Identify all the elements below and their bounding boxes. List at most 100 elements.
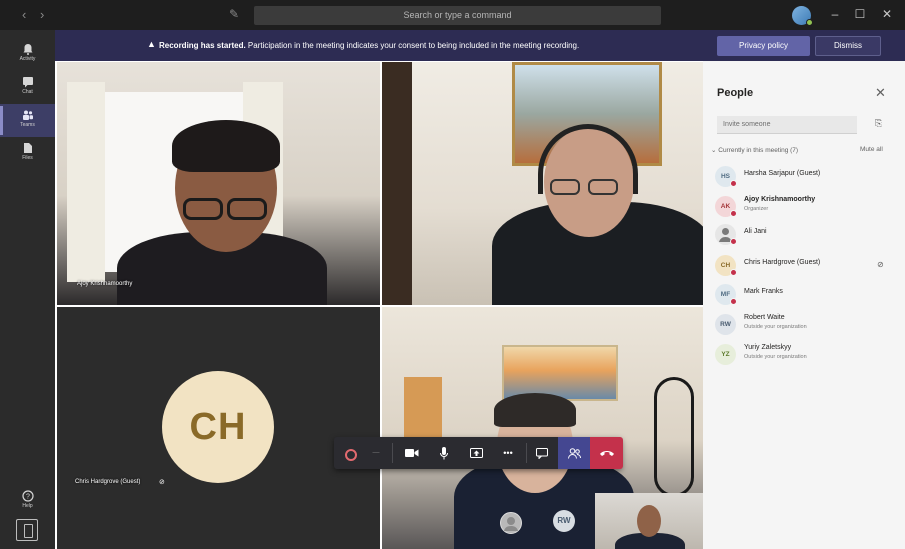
status-badge-icon [730, 269, 737, 276]
participant-avatar: RW [715, 314, 736, 335]
rail-item-chat[interactable]: Chat [0, 71, 55, 104]
call-timer: — [372, 449, 380, 456]
video-tile-2 [382, 62, 703, 305]
participant-name: Chris Hardgrove (Guest) [744, 259, 821, 266]
microphone-icon [440, 447, 448, 460]
invite-input[interactable]: Invite someone [717, 116, 857, 134]
participant-name: Ajoy Krishnamoorthy [77, 281, 133, 287]
user-silhouette-icon [504, 517, 518, 531]
recording-banner: ▲ Recording has started. Participation i… [55, 30, 905, 61]
rail-item-files[interactable]: Files [0, 137, 55, 170]
compose-icon[interactable]: ✎ [229, 7, 245, 22]
participant-row[interactable]: RW Robert Waite Outside your organization [715, 313, 895, 339]
participant-name: Chris Hardgrove (Guest) [75, 479, 141, 485]
rail-label-teams: Teams [20, 122, 35, 128]
door-image [404, 377, 442, 437]
participant-avatar: CH [162, 371, 274, 483]
title-bar: ‹ › ✎ Search or type a command – ☐ ✕ [0, 0, 905, 30]
participant-row[interactable]: AK Ajoy Krishnamoorthy Organizer [715, 195, 895, 221]
status-badge-icon [730, 210, 737, 217]
forward-arrow-icon[interactable]: › [40, 7, 44, 22]
phone-hangup-icon [599, 451, 614, 456]
participant-name: Ali Jani [744, 228, 767, 235]
app-rail: Activity Chat Teams Files ? Help [0, 30, 55, 549]
painting-image [502, 345, 618, 401]
glasses-image [227, 198, 267, 220]
help-icon: ? [21, 490, 34, 502]
warning-icon: ▲ [147, 39, 156, 49]
curtain-image [67, 82, 105, 282]
recording-message: Recording has started. Participation in … [159, 41, 579, 50]
dismiss-button[interactable]: Dismiss [815, 36, 881, 56]
participant-head [637, 505, 661, 537]
rail-item-help[interactable]: ? Help [0, 485, 55, 518]
recording-message-bold: Recording has started. [159, 41, 246, 50]
glasses-image [550, 179, 580, 195]
participant-role: Outside your organization [744, 354, 807, 360]
participant-name: Harsha Sarjapur (Guest) [744, 170, 821, 177]
more-options-button[interactable]: ••• [492, 437, 524, 469]
participant-row[interactable]: HS Harsha Sarjapur (Guest) [715, 165, 895, 191]
participant-avatar: YZ [715, 344, 736, 365]
privacy-policy-button[interactable]: Privacy policy [717, 36, 810, 56]
participant-row[interactable]: Ali Jani [715, 223, 895, 249]
participant-hair [494, 393, 576, 427]
mic-off-icon[interactable]: ⊘ [877, 260, 884, 269]
status-badge-icon [730, 180, 737, 187]
close-window-icon[interactable]: ✕ [880, 7, 894, 21]
close-panel-icon[interactable]: ✕ [875, 85, 886, 101]
participant-role: Organizer [744, 206, 769, 212]
camera-button[interactable] [396, 437, 428, 469]
svg-text:?: ? [26, 494, 30, 501]
status-badge-icon [730, 238, 737, 245]
video-tile-1: Ajoy Krishnamoorthy [57, 62, 380, 305]
participant-name: Robert Waite [744, 314, 785, 321]
chat-icon [22, 77, 33, 88]
teams-icon [22, 110, 33, 120]
mic-off-icon: ⊘ [159, 479, 165, 486]
hang-up-button[interactable] [590, 437, 623, 469]
rail-label-help: Help [22, 503, 33, 509]
participant-name: Mark Franks [744, 288, 783, 295]
glasses-image [588, 179, 618, 195]
participants-button[interactable] [558, 437, 590, 469]
participant-row[interactable]: MF Mark Franks [715, 283, 895, 309]
participant-row[interactable]: YZ Yuriy Zaletskyy Outside your organizati… [715, 343, 895, 369]
share-screen-icon [469, 448, 483, 458]
status-badge-icon [730, 298, 737, 305]
participant-mini-avatar [500, 512, 522, 534]
file-icon [23, 143, 32, 153]
mute-all-button[interactable]: Mute all [860, 146, 883, 153]
search-input[interactable]: Search or type a command [254, 6, 661, 25]
participant-hair [172, 120, 280, 172]
maximize-icon[interactable]: ☐ [853, 7, 867, 21]
device-icon[interactable] [16, 519, 38, 541]
share-screen-button[interactable] [460, 437, 492, 469]
chat-button[interactable] [526, 437, 558, 469]
participant-mini-avatar: RW [553, 510, 575, 532]
people-icon [567, 448, 581, 459]
rail-label-chat: Chat [22, 89, 33, 95]
rail-label-files: Files [22, 155, 33, 161]
participant-name: Ajoy Krishnamoorthy [744, 196, 816, 203]
bell-icon [23, 44, 32, 55]
doorframe-image [382, 62, 412, 305]
share-invite-icon[interactable]: ⎘ [875, 118, 882, 129]
back-arrow-icon[interactable]: ‹ [22, 7, 26, 22]
presence-dot-icon [806, 19, 813, 26]
minimize-icon[interactable]: – [828, 7, 842, 21]
rail-item-teams[interactable]: Teams [0, 104, 55, 137]
panel-title: People [717, 87, 754, 99]
call-controls-bar: — ••• [334, 437, 623, 469]
microphone-button[interactable] [428, 437, 460, 469]
rail-item-activity[interactable]: Activity [0, 38, 55, 71]
teams-meeting-window: ‹ › ✎ Search or type a command – ☐ ✕ Act… [0, 0, 905, 549]
participant-name: Yuriy Zaletskyy [744, 344, 792, 351]
glasses-image [183, 198, 223, 220]
section-header-in-meeting[interactable]: ⌄ Currently in this meeting (7) [711, 146, 798, 154]
participant-row[interactable]: CH Chris Hardgrove (Guest) ⊘ [715, 254, 895, 280]
rail-label-activity: Activity [19, 56, 36, 62]
recording-message-text: Participation in the meeting indicates y… [245, 41, 580, 50]
people-panel: People ✕ Invite someone ⎘ ⌄ Currently in… [703, 61, 905, 549]
self-view-tile [595, 493, 703, 549]
